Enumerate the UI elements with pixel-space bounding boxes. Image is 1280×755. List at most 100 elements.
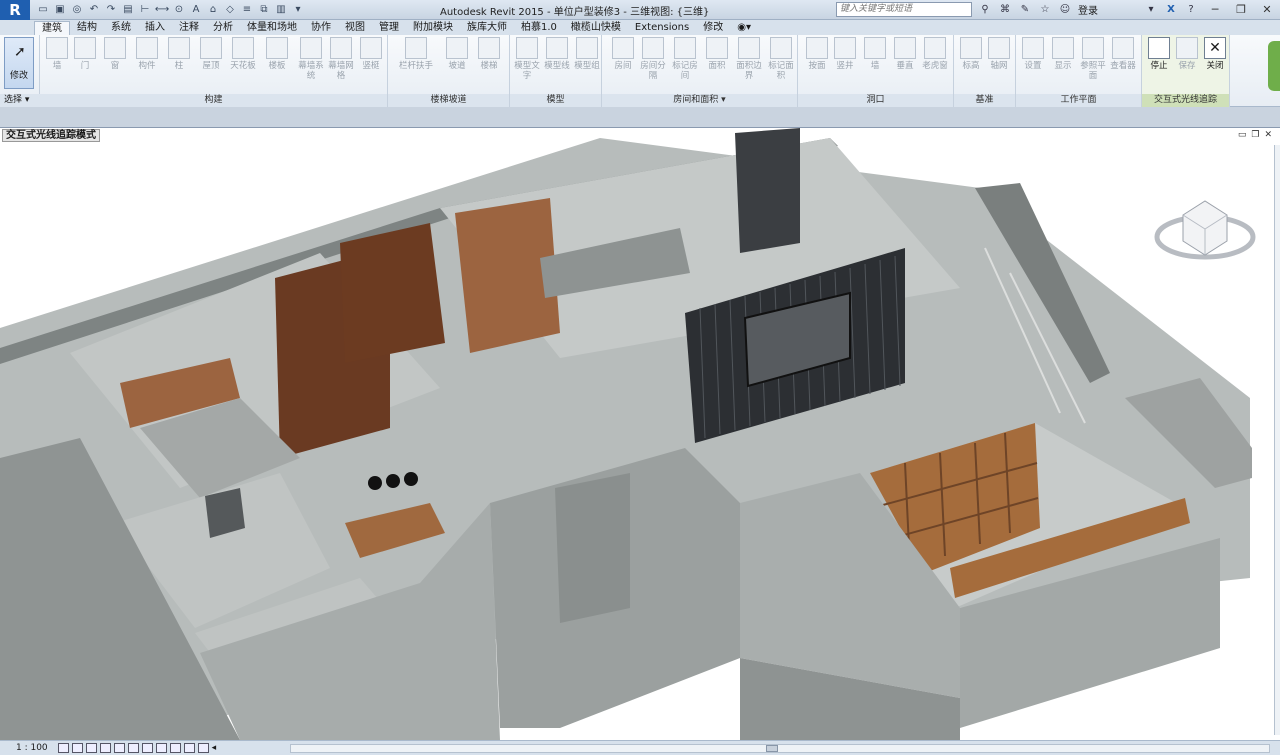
set-button[interactable]: 设置 xyxy=(1018,37,1048,71)
model-line-button[interactable]: 模型线 xyxy=(542,37,572,71)
tab-view[interactable]: 视图 xyxy=(338,21,372,35)
subscription-icon[interactable]: ⌘ xyxy=(998,3,1012,17)
revit-logo[interactable]: R xyxy=(0,0,30,20)
minimize-view-icon[interactable]: ▭ xyxy=(1238,130,1247,140)
select-dropdown[interactable]: 选择 ▾ xyxy=(0,94,40,107)
viewer-button[interactable]: 查看器 xyxy=(1108,37,1138,71)
floor-button[interactable]: 楼板 xyxy=(262,37,292,71)
close-view-icon[interactable]: ✕ xyxy=(1264,130,1272,140)
print-icon[interactable]: ▤ xyxy=(121,3,135,17)
tag-area-button[interactable]: 标记面积 xyxy=(766,37,796,81)
customize-qat-icon[interactable]: ▾ xyxy=(291,3,305,17)
model-text-button[interactable]: 模型文字 xyxy=(512,37,542,81)
minimize-icon[interactable]: ─ xyxy=(1202,0,1228,18)
mullion-button[interactable]: 竖梃 xyxy=(356,37,386,71)
vertical-scrollbar[interactable] xyxy=(1274,145,1280,735)
dimension-icon[interactable]: ⟷ xyxy=(155,3,169,17)
tab-insert[interactable]: 插入 xyxy=(138,21,172,35)
dormer-button[interactable]: 老虎窗 xyxy=(920,37,950,71)
scroll-left-icon[interactable]: ◂ xyxy=(212,743,217,753)
tab-addins[interactable]: 附加模块 xyxy=(406,21,460,35)
window-button[interactable]: 窗 xyxy=(100,37,130,71)
tab-manage[interactable]: 管理 xyxy=(372,21,406,35)
grid-button[interactable]: 轴网 xyxy=(984,37,1014,71)
room-separator-button[interactable]: 房间分隔 xyxy=(638,37,668,81)
tab-architecture[interactable]: 建筑 xyxy=(34,21,70,35)
login-button[interactable]: 登录 xyxy=(1078,2,1098,17)
tab-annotate[interactable]: 注释 xyxy=(172,21,206,35)
column-button[interactable]: 柱 xyxy=(164,37,194,71)
tab-structure[interactable]: 结构 xyxy=(70,21,104,35)
3d-view-icon[interactable]: ⌂ xyxy=(206,3,220,17)
area-button[interactable]: 面积 xyxy=(702,37,732,71)
undo-icon[interactable]: ↶ xyxy=(87,3,101,17)
redo-icon[interactable]: ↷ xyxy=(104,3,118,17)
lock-view-icon[interactable] xyxy=(155,743,167,753)
detail-level-icon[interactable] xyxy=(57,743,69,753)
open-icon[interactable]: ▭ xyxy=(36,3,50,17)
scale-label[interactable]: 1 : 100 xyxy=(0,743,58,753)
wall-button[interactable]: 墙 xyxy=(42,37,72,71)
shaft-button[interactable]: 竖井 xyxy=(830,37,860,71)
roof-button[interactable]: 屋顶 xyxy=(196,37,226,71)
restore-view-icon[interactable]: ❐ xyxy=(1251,130,1259,140)
tab-collaborate[interactable]: 协作 xyxy=(304,21,338,35)
tab-systems[interactable]: 系统 xyxy=(104,21,138,35)
analytical-model-icon[interactable] xyxy=(197,743,209,753)
text-icon[interactable]: A xyxy=(189,3,203,17)
scroll-thumb[interactable] xyxy=(766,745,778,752)
room-button[interactable]: 房间 xyxy=(608,37,638,71)
help-icon[interactable]: ? xyxy=(1184,3,1198,17)
crop-view-icon[interactable] xyxy=(127,743,139,753)
modify-button[interactable]: ➚ 修改 xyxy=(4,37,34,89)
exchange-apps-icon[interactable]: X xyxy=(1164,3,1178,17)
render-dialog-icon[interactable] xyxy=(113,743,125,753)
tab-extensions[interactable]: Extensions xyxy=(628,21,696,35)
vertical-button[interactable]: 垂直 xyxy=(890,37,920,71)
rendered-3d-floorplan[interactable] xyxy=(0,128,1280,740)
measure-icon[interactable]: ⊢ xyxy=(138,3,152,17)
reveal-hidden-icon[interactable] xyxy=(183,743,195,753)
by-face-button[interactable]: 按面 xyxy=(802,37,832,71)
maximize-icon[interactable]: ❐ xyxy=(1228,0,1254,18)
wall-opening-button[interactable]: 墙 xyxy=(860,37,890,71)
search-input[interactable]: 键入关键字或短语 xyxy=(836,2,972,17)
thin-lines-icon[interactable]: ≡ xyxy=(240,3,254,17)
ramp-button[interactable]: 坡道 xyxy=(442,37,472,71)
user-icon[interactable]: ☺ xyxy=(1058,3,1072,17)
close-raytrace-button[interactable]: ✕ 关闭 xyxy=(1200,37,1230,71)
sun-path-icon[interactable] xyxy=(85,743,97,753)
temporary-hide-icon[interactable] xyxy=(169,743,181,753)
show-button[interactable]: 显示 xyxy=(1048,37,1078,71)
tab-bimspace[interactable]: 柏慕1.0 xyxy=(514,21,564,35)
switch-windows-icon[interactable]: ▥ xyxy=(274,3,288,17)
model-group-button[interactable]: 模型组 xyxy=(572,37,602,71)
ribbon-toggle-icon[interactable]: ◉▾ xyxy=(730,21,758,35)
ceiling-button[interactable]: 天花板 xyxy=(228,37,258,71)
close-icon[interactable]: ✕ xyxy=(1254,0,1280,18)
railing-button[interactable]: 栏杆扶手 xyxy=(396,37,436,71)
binoculars-icon[interactable]: ⚲ xyxy=(978,3,992,17)
panel-title[interactable]: 房间和面积 ▾ xyxy=(602,94,797,107)
favorites-star-icon[interactable]: ☆ xyxy=(1038,3,1052,17)
stop-button[interactable]: 停止 xyxy=(1144,37,1174,71)
dropdown-arrow-icon[interactable]: ▾ xyxy=(1144,3,1158,17)
tab-olive-tree[interactable]: 橄榄山快模 xyxy=(564,21,628,35)
tag-room-button[interactable]: 标记房间 xyxy=(670,37,700,81)
ref-plane-button[interactable]: 参照平面 xyxy=(1078,37,1108,81)
door-button[interactable]: 门 xyxy=(70,37,100,71)
tab-massing-site[interactable]: 体量和场地 xyxy=(240,21,304,35)
level-button[interactable]: 标高 xyxy=(956,37,986,71)
horizontal-scrollbar[interactable] xyxy=(290,744,1270,753)
tab-analyze[interactable]: 分析 xyxy=(206,21,240,35)
stair-button[interactable]: 楼梯 xyxy=(474,37,504,71)
save-render-button[interactable]: 保存 xyxy=(1172,37,1202,71)
section-icon[interactable]: ◇ xyxy=(223,3,237,17)
save-icon[interactable]: ▣ xyxy=(53,3,67,17)
curtain-grid-button[interactable]: 幕墙网格 xyxy=(326,37,356,81)
area-boundary-button[interactable]: 面积边界 xyxy=(734,37,764,81)
tag-icon[interactable]: ⊙ xyxy=(172,3,186,17)
tab-family-library[interactable]: 族库大师 xyxy=(460,21,514,35)
communication-icon[interactable]: ✎ xyxy=(1018,3,1032,17)
close-hidden-icon[interactable]: ⧉ xyxy=(257,3,271,17)
